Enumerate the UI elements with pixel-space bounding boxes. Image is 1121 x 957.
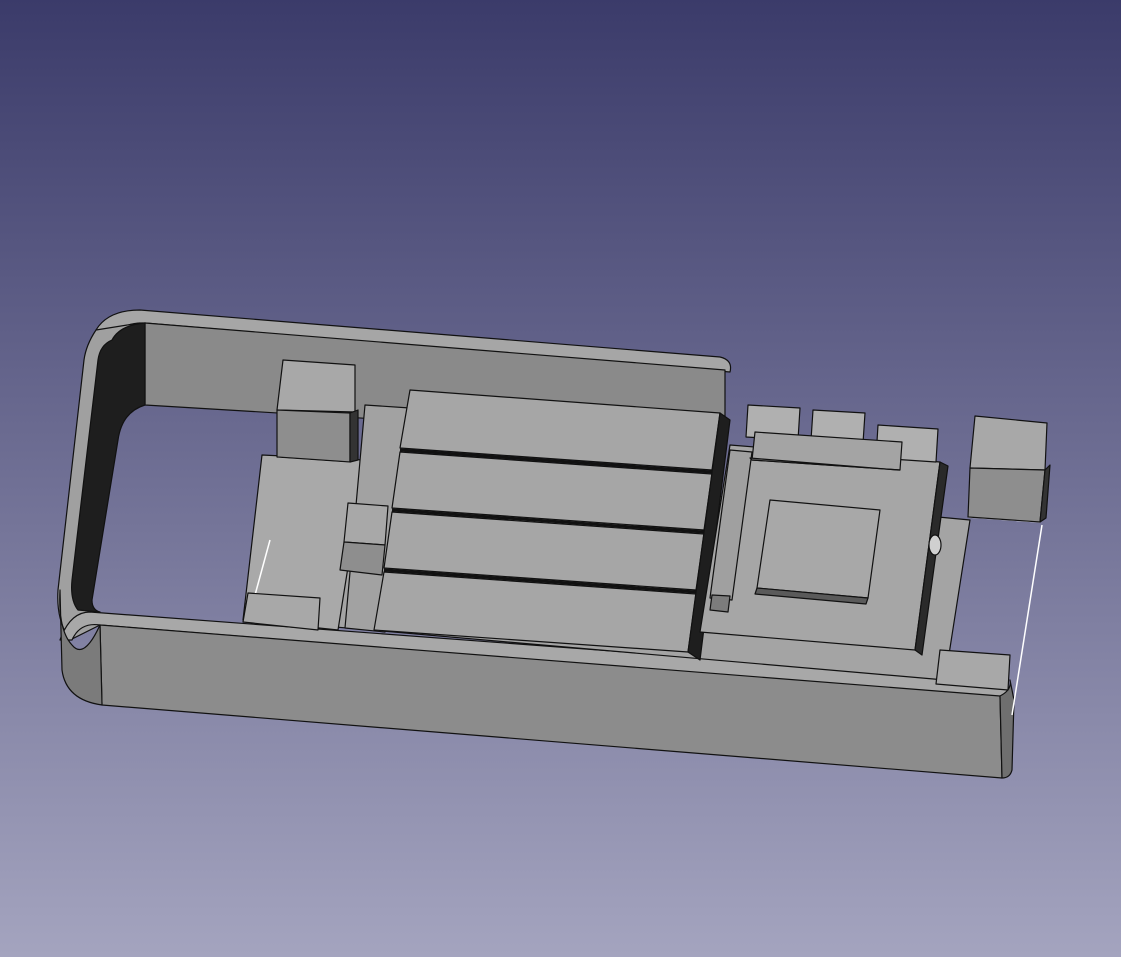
clip-top xyxy=(343,502,389,546)
battery-pack[interactable] xyxy=(344,389,731,661)
connector-header[interactable] xyxy=(745,404,939,471)
block-face xyxy=(276,409,351,463)
board-clip-front xyxy=(709,594,731,613)
block-top xyxy=(276,359,356,413)
3d-viewport[interactable] xyxy=(0,0,1121,957)
block-front-right-top xyxy=(935,649,1011,691)
selection-edge-4 xyxy=(1011,524,1043,716)
side-button[interactable] xyxy=(928,534,942,556)
block-right-top xyxy=(969,415,1048,471)
chip-top xyxy=(756,499,881,599)
button-cap xyxy=(928,534,942,556)
block-right-face xyxy=(967,467,1046,523)
chip-module[interactable] xyxy=(754,499,881,605)
mount-block-front-right[interactable] xyxy=(935,649,1011,691)
frame-front-right-end xyxy=(999,679,1015,779)
cad-model-render[interactable] xyxy=(0,0,1121,957)
mount-block-back-left[interactable] xyxy=(276,359,359,463)
battery-clip[interactable] xyxy=(339,502,389,576)
block-side xyxy=(349,409,359,463)
clip-face xyxy=(339,541,386,576)
mount-block-back-right[interactable] xyxy=(967,415,1051,523)
